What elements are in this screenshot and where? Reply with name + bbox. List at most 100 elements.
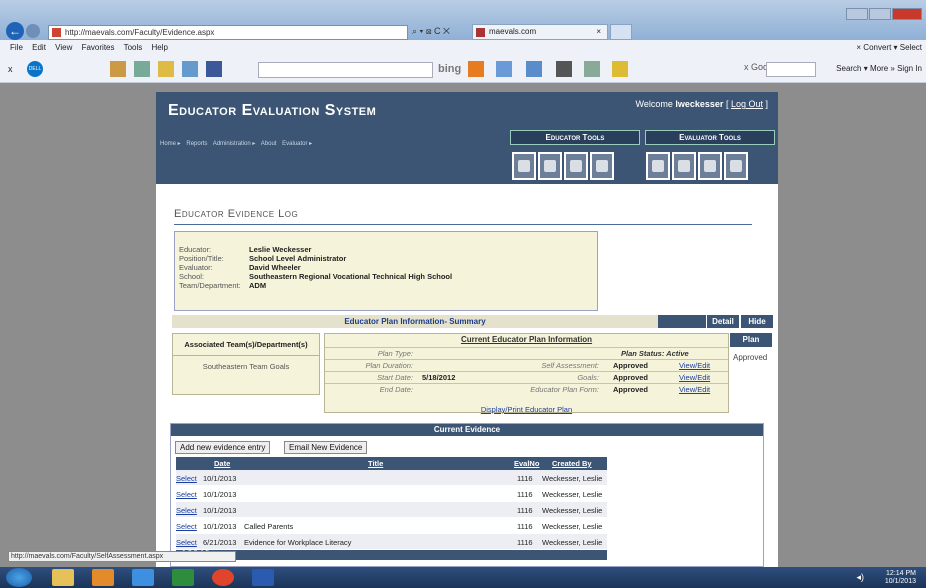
main-nav: Home ▸ Reports Administration ▸ About Ev… (160, 140, 316, 147)
plan-row: Plan Duration: Self Assessment: Approved… (325, 359, 728, 370)
row-date: 10/1/2013 (203, 474, 237, 483)
select-link[interactable]: Select (176, 506, 197, 515)
word-icon[interactable] (252, 569, 274, 586)
browser-toolbar: x DELL bing x Google Search ▾ More » Sig… (0, 56, 926, 83)
row-created-by: Weckesser, Leslie (542, 490, 603, 499)
facebook-icon[interactable] (206, 61, 222, 77)
display-print-plan-link[interactable]: Display/Print Educator Plan (325, 405, 728, 414)
current-evidence-box: Current Evidence Add new evidence entry … (170, 423, 764, 567)
address-bar[interactable]: http://maevals.com/Faculty/Evidence.aspx (48, 25, 408, 40)
title-divider (174, 224, 752, 225)
convert-menu[interactable]: × Convert ▾ Select (856, 40, 922, 56)
col-date[interactable]: Date (214, 459, 230, 468)
logout-link[interactable]: Log Out (731, 99, 763, 109)
system-clock[interactable]: 12:14 PM 10/1/2013 (885, 570, 916, 586)
google-search-input[interactable] (766, 62, 816, 77)
toolbar-search-input[interactable] (258, 62, 433, 78)
address-controls[interactable]: ⌕ ▾ ⊠ C ✕ (412, 26, 450, 37)
menu-tools[interactable]: Tools (124, 43, 143, 52)
educator-plan-form-view-link[interactable]: View/Edit (679, 385, 710, 394)
like-icon[interactable] (496, 61, 512, 77)
menu-favorites[interactable]: Favorites (82, 43, 115, 52)
menu-edit[interactable]: Edit (32, 43, 46, 52)
addon-icon[interactable] (134, 61, 150, 77)
game-icon[interactable] (556, 61, 572, 77)
menu-help[interactable]: Help (152, 43, 168, 52)
menu-file[interactable]: File (10, 43, 23, 52)
email-evidence-button[interactable]: Email New Evidence (284, 441, 368, 454)
table-row: Select 10/1/2013 1116 Weckesser, Leslie (176, 470, 607, 486)
self-assessment-status: Approved (613, 361, 649, 370)
start-date-label: Start Date: (377, 373, 413, 382)
pen-icon[interactable] (646, 152, 670, 180)
star-icon[interactable] (158, 61, 174, 77)
forward-button[interactable] (26, 24, 40, 38)
add-evidence-button[interactable]: Add new evidence entry (175, 441, 271, 454)
hide-button[interactable]: Hide (741, 315, 773, 328)
nav-administration[interactable]: Administration ▸ (213, 141, 256, 147)
row-date: 10/1/2013 (203, 522, 237, 531)
minimize-button[interactable] (846, 8, 868, 20)
clock-time: 12:14 PM (886, 570, 916, 577)
maximize-button[interactable] (869, 8, 891, 20)
row-date: 6/21/2013 (203, 538, 237, 547)
excel-icon[interactable] (172, 569, 194, 586)
educator-label: Educator: (179, 245, 212, 254)
checkmark-icon[interactable] (564, 152, 588, 180)
new-tab-button[interactable] (610, 24, 632, 40)
nav-home[interactable]: Home ▸ (160, 141, 181, 147)
nav-reports[interactable]: Reports (186, 141, 207, 147)
puzzle-icon[interactable] (110, 61, 126, 77)
select-link[interactable]: Select (176, 474, 197, 483)
notebook-icon[interactable] (512, 152, 536, 180)
document-info-icon[interactable] (724, 152, 748, 180)
school-label: School: (179, 272, 205, 281)
dell-icon[interactable]: DELL (27, 61, 43, 77)
flag-icon[interactable] (612, 61, 628, 77)
select-link[interactable]: Select (176, 522, 197, 531)
browser-tab[interactable]: maevals.com × (472, 24, 608, 40)
outlook-icon[interactable] (92, 569, 114, 586)
team-goals: Southeastern Team Goals (202, 362, 290, 371)
internet-explorer-icon[interactable] (132, 569, 154, 586)
back-button[interactable]: ← (6, 22, 24, 40)
evaluator-tool-icons (646, 152, 750, 180)
nav-about[interactable]: About (261, 141, 277, 147)
col-title[interactable]: Title (368, 459, 383, 468)
menu-view[interactable]: View (55, 43, 72, 52)
goals-view-link[interactable]: View/Edit (679, 373, 710, 382)
site-title: Educator Evaluation System (168, 102, 377, 119)
document-info-icon[interactable] (590, 152, 614, 180)
video-icon[interactable] (538, 152, 562, 180)
row-title: Evidence for Workplace Literacy (244, 538, 352, 547)
magnifier-icon[interactable] (672, 152, 696, 180)
close-window-button[interactable] (892, 8, 922, 20)
col-created-by[interactable]: Created By (552, 459, 592, 468)
col-evalno[interactable]: EvalNo (514, 459, 539, 468)
folder-icon[interactable] (52, 569, 74, 586)
tab-close-icon[interactable]: × (596, 25, 601, 39)
plan-type-label: Plan Type: (377, 349, 413, 358)
detail-button[interactable]: Detail (707, 315, 739, 328)
status-bar-url: http://maevals.com/Faculty/SelfAssessmen… (8, 551, 236, 562)
select-link[interactable]: Select (176, 490, 197, 499)
chat-icon[interactable] (526, 61, 542, 77)
chrome-icon[interactable] (212, 569, 234, 586)
self-assessment-view-link[interactable]: View/Edit (679, 361, 710, 370)
checkmark-icon[interactable] (698, 152, 722, 180)
start-button[interactable] (6, 568, 32, 587)
nav-evaluator[interactable]: Evaluator ▸ (282, 141, 312, 147)
select-link[interactable]: Select (176, 538, 197, 547)
cloud-icon[interactable] (182, 61, 198, 77)
volume-icon[interactable]: ◂) (856, 572, 864, 583)
bing-logo[interactable]: bing (438, 63, 461, 75)
people-icon[interactable] (584, 61, 600, 77)
bing-search-icon[interactable] (468, 61, 484, 77)
table-pager[interactable]: 1 2 3 4 5 (176, 550, 607, 560)
row-date: 10/1/2013 (203, 506, 237, 515)
taskbar: ◂) 12:14 PM 10/1/2013 (0, 567, 926, 588)
toolbar-right-links[interactable]: Search ▾ More » Sign In (836, 64, 922, 73)
row-evalno: 1116 (517, 538, 533, 547)
toolbar-close-icon[interactable]: x (8, 64, 13, 74)
school-value: Southeastern Regional Vocational Technic… (249, 272, 453, 281)
